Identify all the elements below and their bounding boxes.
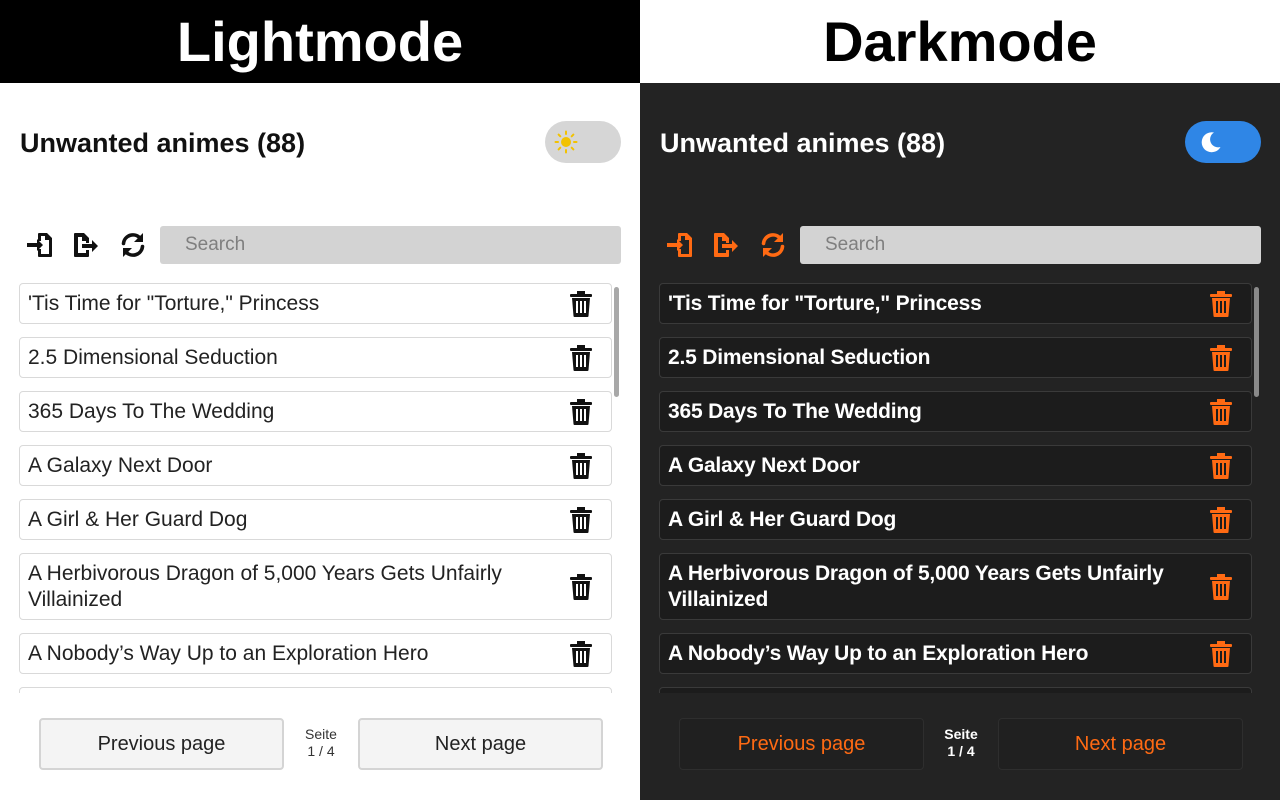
list-item: A Galaxy Next Door [659, 445, 1252, 486]
trash-icon[interactable] [569, 573, 593, 600]
search-input[interactable] [800, 226, 1261, 264]
trash-icon[interactable] [1209, 573, 1233, 600]
trash-icon[interactable] [1209, 452, 1233, 479]
app-window: Unwanted animes (88) Search 'Tis Time fo… [0, 83, 640, 800]
next-page-button[interactable]: Next page [358, 718, 603, 770]
list-item: A Girl & Her Guard Dog [659, 499, 1252, 540]
trash-icon[interactable] [1209, 290, 1233, 317]
dark-mode-panel: Darkmode Unwanted animes (88) Search 'Ti… [640, 0, 1280, 800]
import-icon[interactable] [665, 230, 695, 260]
trash-icon[interactable] [1209, 506, 1233, 533]
refresh-icon[interactable] [758, 230, 788, 260]
sun-icon [554, 130, 578, 154]
page-count: 1 / 4 [947, 743, 975, 759]
page-title: Unwanted animes (88) [20, 128, 306, 158]
refresh-icon[interactable] [118, 230, 148, 260]
list-item: A Girl & Her Guard Dog [19, 499, 612, 540]
item-title: 365 Days To The Wedding [668, 399, 922, 423]
item-title: 2.5 Dimensional Seduction [668, 345, 931, 369]
item-title: 'Tis Time for "Torture," Princess [28, 291, 320, 315]
page-title: Unwanted animes (88) [660, 128, 946, 158]
toolbar [25, 226, 621, 264]
item-title: A Galaxy Next Door [668, 453, 860, 477]
list-item: A Herbivorous Dragon of 5,000 Years Gets… [659, 553, 1252, 620]
item-title: A Nobody’s Way Up to an Exploration Hero [668, 641, 1089, 665]
list-item: A Nobody’s Way Up to an Exploration Hero [19, 633, 612, 674]
anime-list: 'Tis Time for "Torture," Princess 2.5 Di… [19, 283, 612, 693]
import-icon[interactable] [25, 230, 55, 260]
list-item: A Herbivorous Dragon of 5,000 Years Gets… [19, 553, 612, 620]
list-item: 2.5 Dimensional Seduction [19, 337, 612, 378]
scroll-thumb[interactable] [1254, 287, 1259, 397]
list-item-partial [659, 687, 1252, 693]
item-title: A Girl & Her Guard Dog [668, 507, 897, 531]
item-title: A Herbivorous Dragon of 5,000 Years Gets… [668, 561, 1164, 611]
item-title: A Galaxy Next Door [28, 453, 213, 477]
export-icon[interactable] [711, 230, 741, 260]
item-title: A Herbivorous Dragon of 5,000 Years Gets… [28, 561, 502, 611]
trash-icon[interactable] [1209, 344, 1233, 371]
toolbar [665, 226, 1261, 264]
search-input[interactable] [160, 226, 621, 264]
trash-icon[interactable] [569, 398, 593, 425]
item-title: 365 Days To The Wedding [28, 399, 275, 423]
moon-icon [1199, 130, 1223, 154]
theme-toggle[interactable] [1185, 121, 1261, 163]
item-title: 'Tis Time for "Torture," Princess [668, 291, 982, 315]
scrollbar[interactable] [612, 283, 621, 693]
list-item: 'Tis Time for "Torture," Princess [659, 283, 1252, 324]
previous-page-button[interactable]: Previous page [39, 718, 284, 770]
item-title: A Nobody’s Way Up to an Exploration Hero [28, 641, 429, 665]
list-item: 365 Days To The Wedding [19, 391, 612, 432]
page-word: Seite [305, 726, 337, 742]
page-word: Seite [944, 726, 978, 742]
page-count: 1 / 4 [307, 743, 335, 759]
theme-toggle[interactable] [545, 121, 621, 163]
trash-icon[interactable] [569, 290, 593, 317]
list-item: 'Tis Time for "Torture," Princess [19, 283, 612, 324]
trash-icon[interactable] [569, 344, 593, 371]
previous-page-button[interactable]: Previous page [679, 718, 924, 770]
next-page-button[interactable]: Next page [998, 718, 1243, 770]
light-mode-panel: Lightmode Unwanted animes (88) Search 'T… [0, 0, 640, 800]
list-item: A Nobody’s Way Up to an Exploration Hero [659, 633, 1252, 674]
item-title: 2.5 Dimensional Seduction [28, 345, 278, 369]
trash-icon[interactable] [569, 640, 593, 667]
list-item: 2.5 Dimensional Seduction [659, 337, 1252, 378]
page-indicator: Seite 1 / 4 [288, 726, 354, 760]
export-icon[interactable] [71, 230, 101, 260]
app-window: Unwanted animes (88) Search 'Tis Time fo… [640, 83, 1280, 800]
list-item-partial [19, 687, 612, 693]
trash-icon[interactable] [1209, 640, 1233, 667]
scrollbar[interactable] [1252, 283, 1261, 693]
trash-icon[interactable] [569, 452, 593, 479]
scroll-thumb[interactable] [614, 287, 619, 397]
item-title: A Girl & Her Guard Dog [28, 507, 248, 531]
list-item: 365 Days To The Wedding [659, 391, 1252, 432]
mode-label: Lightmode [0, 0, 640, 83]
trash-icon[interactable] [1209, 398, 1233, 425]
anime-list: 'Tis Time for "Torture," Princess 2.5 Di… [659, 283, 1252, 693]
page-indicator: Seite 1 / 4 [928, 726, 994, 760]
list-item: A Galaxy Next Door [19, 445, 612, 486]
trash-icon[interactable] [569, 506, 593, 533]
mode-label: Darkmode [640, 0, 1280, 83]
